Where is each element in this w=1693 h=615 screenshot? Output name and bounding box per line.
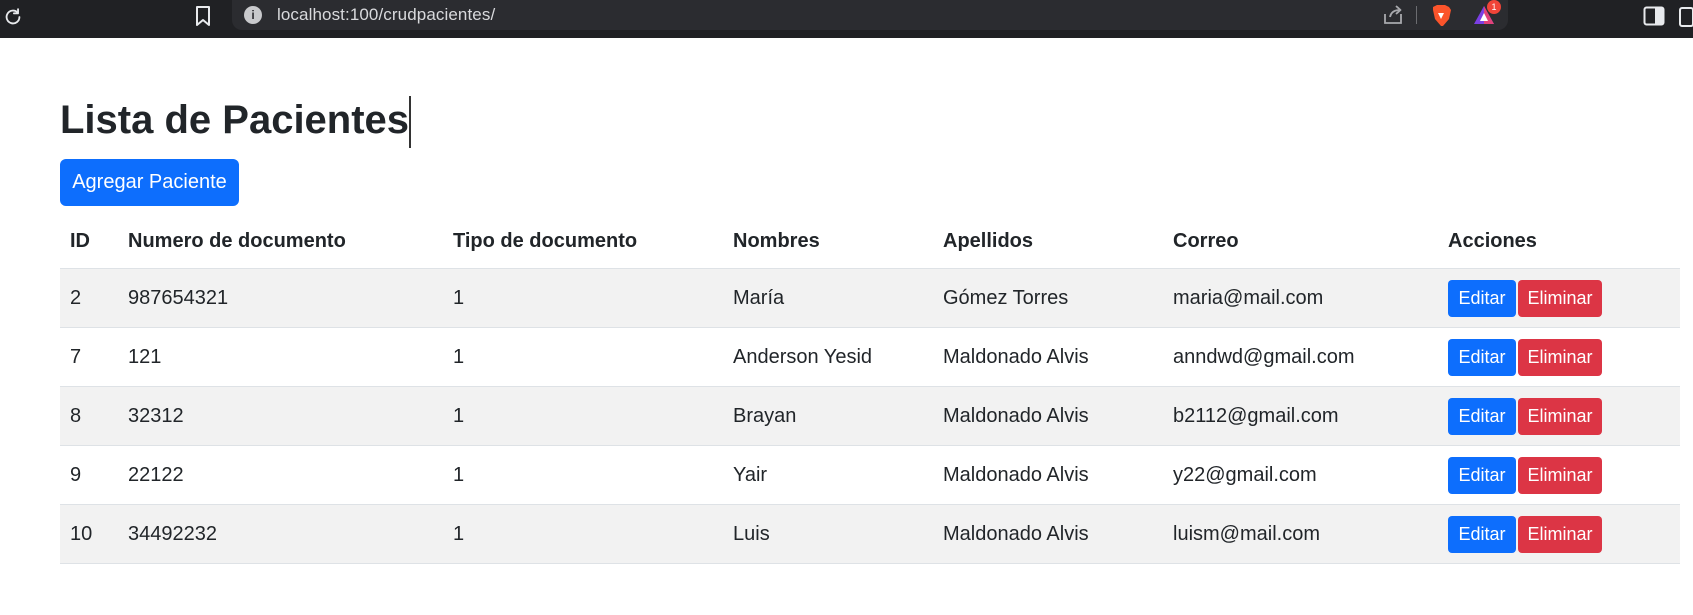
edit-button[interactable]: Editar <box>1448 456 1516 494</box>
cell-numero-documento: 32312 <box>118 386 443 446</box>
header-numero-documento: Numero de documento <box>118 215 443 269</box>
share-icon[interactable] <box>1382 4 1404 26</box>
page-title-text: Lista de Pacientes <box>60 98 410 142</box>
brave-shields-icon[interactable] <box>1430 4 1452 28</box>
cell-apellidos: Maldonado Alvis <box>933 386 1163 446</box>
reload-icon[interactable] <box>2 6 24 28</box>
cell-id: 7 <box>60 327 118 387</box>
add-patient-button[interactable]: Agregar Paciente <box>60 159 239 206</box>
cell-correo: anndwd@gmail.com <box>1163 327 1438 387</box>
cell-correo: b2112@gmail.com <box>1163 386 1438 446</box>
cell-apellidos: Gómez Torres <box>933 268 1163 328</box>
site-info-icon[interactable]: i <box>244 6 262 24</box>
edit-button[interactable]: Editar <box>1448 279 1516 317</box>
cell-tipo-documento: 1 <box>443 327 723 387</box>
cell-acciones: Editar Eliminar <box>1438 445 1680 505</box>
table-row: 8 32312 1 Brayan Maldonado Alvis b2112@g… <box>60 386 1680 446</box>
header-tipo-documento: Tipo de documento <box>443 215 723 269</box>
header-apellidos: Apellidos <box>933 215 1163 269</box>
delete-button[interactable]: Eliminar <box>1518 397 1602 435</box>
cell-nombres: María <box>723 268 933 328</box>
header-nombres: Nombres <box>723 215 933 269</box>
cell-acciones: Editar Eliminar <box>1438 386 1680 446</box>
cell-numero-documento: 22122 <box>118 445 443 505</box>
table-header: ID Numero de documento Tipo de documento… <box>60 215 1680 269</box>
table-row: 9 22122 1 Yair Maldonado Alvis y22@gmail… <box>60 445 1680 505</box>
cell-acciones: Editar Eliminar <box>1438 327 1680 387</box>
header-acciones: Acciones <box>1438 215 1680 269</box>
edit-button[interactable]: Editar <box>1448 515 1516 553</box>
cell-apellidos: Maldonado Alvis <box>933 327 1163 387</box>
address-bar[interactable]: i localhost:100/crudpacientes/ 1 <box>232 0 1508 30</box>
delete-button[interactable]: Eliminar <box>1518 279 1602 317</box>
table-row: 7 121 1 Anderson Yesid Maldonado Alvis a… <box>60 327 1680 387</box>
text-cursor <box>409 96 411 149</box>
cell-nombres: Yair <box>723 445 933 505</box>
cell-apellidos: Maldonado Alvis <box>933 504 1163 564</box>
table-body: 2 987654321 1 María Gómez Torres maria@m… <box>60 268 1680 564</box>
page-title: Lista de Pacientes <box>60 96 411 149</box>
delete-button[interactable]: Eliminar <box>1518 338 1602 376</box>
cell-id: 8 <box>60 386 118 446</box>
cell-numero-documento: 34492232 <box>118 504 443 564</box>
bookmark-icon[interactable] <box>193 5 213 27</box>
cell-tipo-documento: 1 <box>443 268 723 328</box>
extensions-icon[interactable] <box>1678 6 1693 28</box>
edit-button[interactable]: Editar <box>1448 397 1516 435</box>
cell-tipo-documento: 1 <box>443 445 723 505</box>
cell-tipo-documento: 1 <box>443 386 723 446</box>
cell-id: 10 <box>60 504 118 564</box>
edit-button[interactable]: Editar <box>1448 338 1516 376</box>
cell-nombres: Anderson Yesid <box>723 327 933 387</box>
table-header-row: ID Numero de documento Tipo de documento… <box>60 215 1680 269</box>
cell-acciones: Editar Eliminar <box>1438 504 1680 564</box>
cell-correo: luism@mail.com <box>1163 504 1438 564</box>
cell-nombres: Brayan <box>723 386 933 446</box>
cell-id: 9 <box>60 445 118 505</box>
table-row: 10 34492232 1 Luis Maldonado Alvis luism… <box>60 504 1680 564</box>
sidebar-toggle-icon[interactable] <box>1643 6 1665 26</box>
cell-tipo-documento: 1 <box>443 504 723 564</box>
cell-nombres: Luis <box>723 504 933 564</box>
patients-table: ID Numero de documento Tipo de documento… <box>60 215 1680 564</box>
cell-id: 2 <box>60 268 118 328</box>
delete-button[interactable]: Eliminar <box>1518 515 1602 553</box>
browser-toolbar: i localhost:100/crudpacientes/ 1 <box>0 0 1693 38</box>
toolbar-divider <box>1416 6 1417 24</box>
notification-badge: 1 <box>1487 0 1501 14</box>
header-id: ID <box>60 215 118 269</box>
delete-button[interactable]: Eliminar <box>1518 456 1602 494</box>
table-row: 2 987654321 1 María Gómez Torres maria@m… <box>60 268 1680 328</box>
url-text[interactable]: localhost:100/crudpacientes/ <box>277 5 495 25</box>
cell-acciones: Editar Eliminar <box>1438 268 1680 328</box>
cell-correo: maria@mail.com <box>1163 268 1438 328</box>
cell-correo: y22@gmail.com <box>1163 445 1438 505</box>
cell-numero-documento: 121 <box>118 327 443 387</box>
header-correo: Correo <box>1163 215 1438 269</box>
cell-numero-documento: 987654321 <box>118 268 443 328</box>
cell-apellidos: Maldonado Alvis <box>933 445 1163 505</box>
